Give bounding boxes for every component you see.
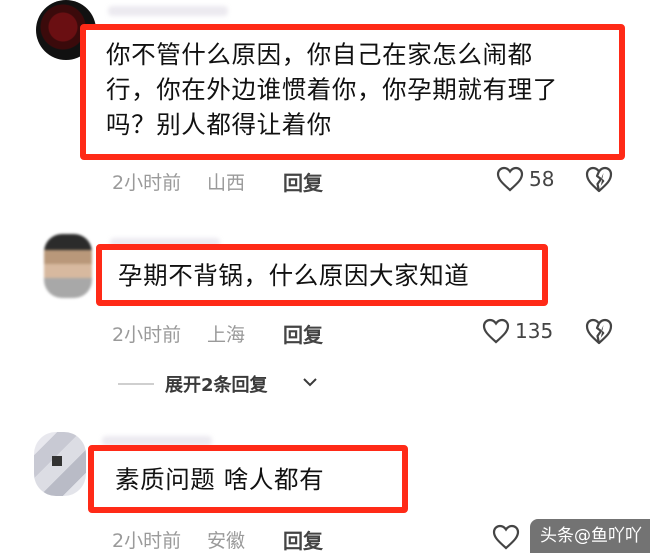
expand-replies-button[interactable]: 展开2条回复 (165, 371, 268, 397)
comment-text-line: 素质问题 啥人都有 (115, 465, 325, 494)
reply-button[interactable]: 回复 (283, 525, 323, 554)
comment-time: 2小时前 (112, 172, 182, 194)
expand-divider (118, 383, 154, 385)
comment-text-line: 行，你在外边谁惯着你，你孕期就有理了 (106, 75, 558, 104)
heart-icon[interactable] (492, 524, 520, 550)
comment-text-line: 孕期不背锅，什么原因大家知道 (118, 261, 470, 290)
comment-location: 安徽 (207, 530, 246, 552)
reply-button[interactable]: 回复 (283, 319, 323, 348)
comment-time: 2小时前 (112, 530, 182, 552)
comment-text-line: 你不管什么原因，你自己在家怎么闹都 (106, 40, 533, 69)
commenter-name-blurred (108, 6, 228, 16)
broken-heart-icon[interactable] (584, 317, 614, 345)
comment-location: 山西 (207, 172, 246, 194)
chevron-down-icon[interactable] (302, 376, 318, 388)
heart-icon[interactable] (482, 318, 510, 344)
comment-text-line: 吗？别人都得让着你 (106, 110, 332, 139)
heart-icon[interactable] (496, 166, 524, 192)
watermark: 头条@鱼吖吖 (530, 519, 650, 553)
commenter-avatar[interactable] (34, 432, 86, 496)
comment-time: 2小时前 (112, 324, 182, 346)
like-count: 135 (515, 319, 554, 343)
broken-heart-icon[interactable] (584, 165, 614, 193)
commenter-avatar[interactable] (44, 234, 92, 298)
like-count: 58 (529, 167, 555, 191)
comment-location: 上海 (207, 324, 246, 346)
reply-button[interactable]: 回复 (283, 167, 323, 196)
